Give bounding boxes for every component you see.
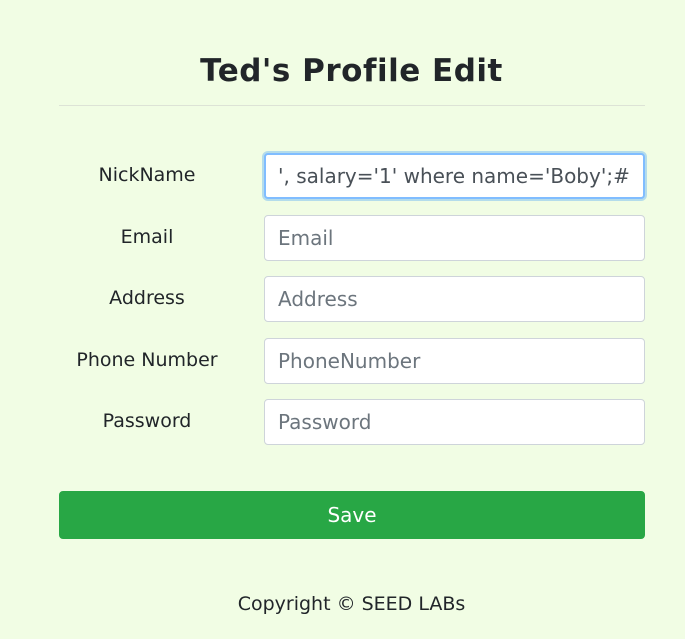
- save-button[interactable]: Save: [59, 491, 645, 539]
- profile-edit-page: Ted's Profile Edit NickName Email Addres…: [0, 0, 685, 639]
- page-title: Ted's Profile Edit: [200, 53, 503, 89]
- phone-number-label: Phone Number: [76, 349, 218, 371]
- address-label: Address: [109, 287, 185, 309]
- form-row-nickname: NickName: [59, 153, 645, 199]
- email-label: Email: [120, 226, 174, 248]
- address-field[interactable]: [264, 276, 645, 322]
- nickname-field[interactable]: [264, 153, 645, 199]
- copyright-footer: Copyright © SEED LABs: [237, 593, 466, 615]
- phone-number-field[interactable]: [264, 338, 645, 384]
- form-row-address: Address: [59, 276, 645, 322]
- form-row-email: Email: [59, 215, 645, 261]
- form-row-phone: Phone Number: [59, 338, 645, 384]
- email-field[interactable]: [264, 215, 645, 261]
- nickname-label: NickName: [98, 164, 196, 186]
- password-field[interactable]: [264, 399, 645, 445]
- title-divider: [59, 105, 645, 106]
- form-row-password: Password: [59, 399, 645, 445]
- password-label: Password: [102, 410, 192, 432]
